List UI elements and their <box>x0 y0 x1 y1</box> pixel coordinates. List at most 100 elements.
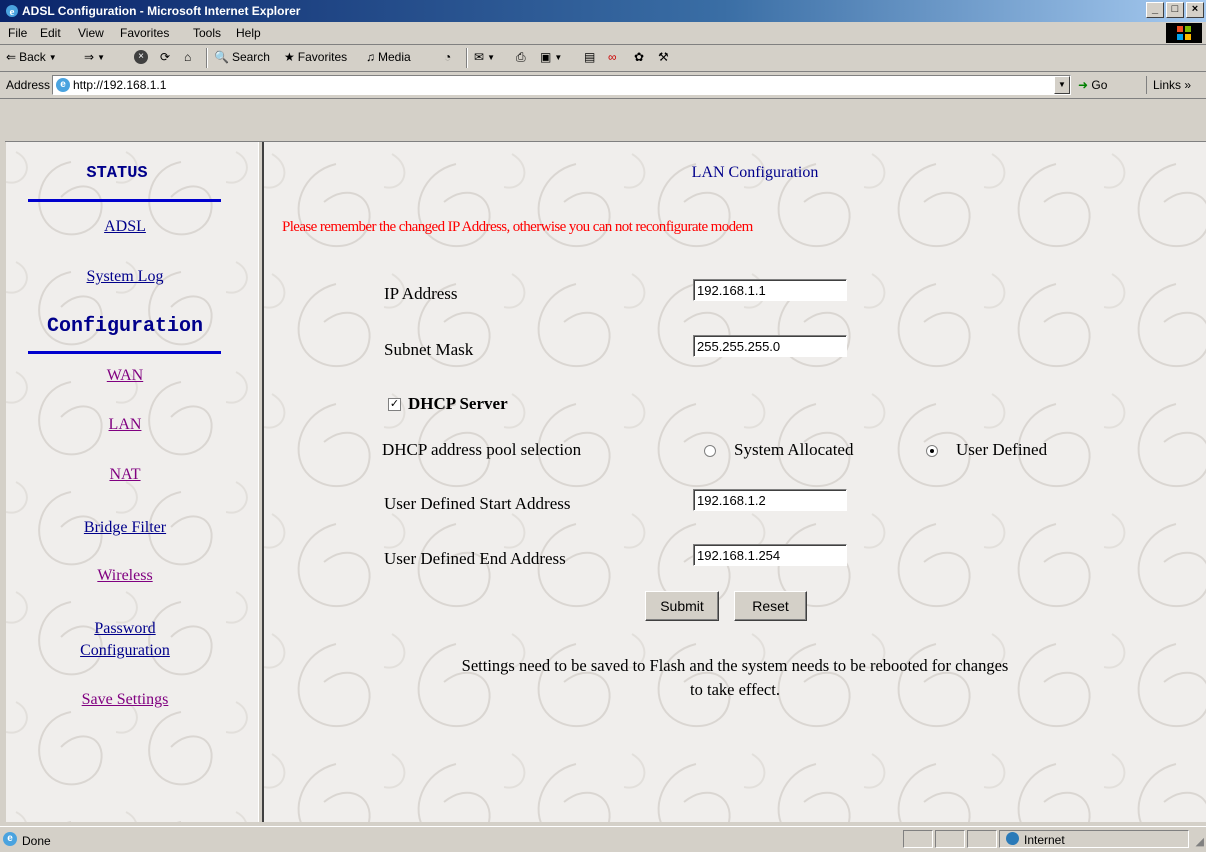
address-input[interactable]: e http://192.168.1.1 ▼ <box>52 75 1071 95</box>
chevron-down-icon: ▼ <box>48 52 57 62</box>
history-button[interactable]: ◔ <box>444 50 451 64</box>
menu-tools[interactable]: Tools <box>193 26 221 40</box>
pool-user-defined-label: User Defined <box>956 440 1048 459</box>
start-address-input[interactable]: 192.168.1.2 <box>693 489 847 511</box>
home-icon: ⌂ <box>184 50 192 64</box>
go-button[interactable]: ➜ Go <box>1078 78 1107 92</box>
chevron-down-icon: ▼ <box>97 52 105 62</box>
search-button[interactable]: 🔍 Search <box>214 50 270 64</box>
address-url: http://192.168.1.1 <box>73 78 167 92</box>
swirl-background <box>264 142 1206 822</box>
menu-favorites[interactable]: Favorites <box>120 26 169 40</box>
refresh-icon: ⟳ <box>160 50 171 64</box>
status-bar: e Done Internet ◢ <box>0 826 1206 852</box>
menu-bar: File Edit View Favorites Tools Help <box>0 22 1206 45</box>
nav-link-bridge-filter[interactable]: Bridge Filter <box>6 519 244 537</box>
pool-system-allocated-label: System Allocated <box>734 440 854 459</box>
address-dropdown-button[interactable]: ▼ <box>1054 76 1070 94</box>
svg-text:e: e <box>10 6 15 18</box>
menu-file[interactable]: File <box>8 26 27 40</box>
start-address-label: User Defined Start Address <box>384 494 571 513</box>
menu-view[interactable]: View <box>78 26 104 40</box>
globe-icon <box>1006 832 1019 845</box>
refresh-button[interactable]: ⟳ <box>160 50 170 64</box>
chevron-down-icon: ▼ <box>554 52 563 62</box>
title-bar: e ADSL Configuration - Microsoft Interne… <box>0 0 1206 22</box>
navigation-frame: STATUS ADSL System Log Configuration WAN… <box>6 142 258 822</box>
forward-arrow-icon: ⇒ <box>84 50 95 64</box>
maximize-button[interactable]: □ <box>1166 2 1184 18</box>
nav-link-nat[interactable]: NAT <box>6 466 244 484</box>
zone-cell: Internet <box>999 830 1189 848</box>
back-arrow-icon: ⇐ <box>6 50 17 64</box>
research-button[interactable]: ✿ <box>634 50 644 64</box>
toolbar-separator <box>466 48 468 68</box>
resize-grip-icon[interactable]: ◢ <box>1196 835 1204 848</box>
reset-button[interactable]: Reset <box>734 591 807 621</box>
research-icon: ✿ <box>634 50 645 64</box>
messenger-icon: ∞ <box>608 50 617 64</box>
print-button[interactable]: ⎙ <box>516 50 526 65</box>
discuss-button[interactable]: ▤ <box>584 50 595 64</box>
chevron-right-icon: » <box>1184 78 1192 92</box>
end-address-label: User Defined End Address <box>384 549 566 568</box>
nav-link-wireless[interactable]: Wireless <box>6 567 244 585</box>
media-icon: ♫ <box>366 50 375 64</box>
chevron-down-icon: ▼ <box>1058 80 1066 89</box>
menu-edit[interactable]: Edit <box>40 26 61 40</box>
page-title: LAN Configuration <box>691 164 819 181</box>
mail-button[interactable]: ✉ ▼ <box>474 50 495 64</box>
back-button[interactable]: ⇐ Back ▼ <box>6 50 57 64</box>
search-icon: 🔍 <box>214 50 229 64</box>
subnet-mask-input[interactable]: 255.255.255.0 <box>693 335 847 357</box>
pool-selection-label: DHCP address pool selection <box>382 440 582 459</box>
close-button[interactable]: × <box>1186 2 1204 18</box>
dhcp-server-checkbox[interactable]: ✓ <box>388 398 401 411</box>
page-icon: e <box>56 78 70 92</box>
edit-button[interactable]: ▣ ▼ <box>540 50 562 64</box>
links-button[interactable]: Links » <box>1146 76 1191 94</box>
edit-icon: ▣ <box>540 50 552 64</box>
address-bar: Address e http://192.168.1.1 ▼ ➜ Go Link… <box>0 72 1206 99</box>
nav-link-password-configuration[interactable]: Password Configuration <box>6 618 244 662</box>
nav-link-system-log[interactable]: System Log <box>6 268 244 286</box>
configuration-heading: Configuration <box>46 315 204 338</box>
nav-link-lan[interactable]: LAN <box>6 416 244 434</box>
configuration-divider <box>28 351 221 354</box>
tools-icon: ⚒ <box>658 50 669 64</box>
messenger-button[interactable]: ∞ <box>608 50 617 64</box>
pool-user-defined-radio[interactable] <box>926 445 938 457</box>
forward-button[interactable]: ⇒ ▼ <box>84 50 105 64</box>
dhcp-server-label: DHCP Server <box>408 394 508 413</box>
windows-logo-icon <box>1166 23 1202 43</box>
media-button[interactable]: ♫ Media <box>366 50 411 64</box>
submit-button[interactable]: Submit <box>645 591 719 621</box>
tools-button[interactable]: ⚒ <box>658 50 669 64</box>
ip-address-input[interactable]: 192.168.1.1 <box>693 279 847 301</box>
minimize-button[interactable]: _ <box>1146 2 1164 18</box>
pool-system-allocated-radio[interactable] <box>704 445 716 457</box>
ip-address-label: IP Address <box>384 284 458 303</box>
window-title: ADSL Configuration - Microsoft Internet … <box>22 4 301 18</box>
save-flash-notice: Settings need to be saved to Flash and t… <box>461 656 1009 699</box>
subnet-mask-label: Subnet Mask <box>384 340 474 359</box>
nav-link-wan[interactable]: WAN <box>6 367 244 385</box>
go-arrow-icon: ➜ <box>1078 78 1089 92</box>
status-heading: STATUS <box>86 164 148 183</box>
status-cell <box>967 830 997 848</box>
ip-change-warning: Please remember the changed IP Address, … <box>282 219 753 235</box>
stop-button[interactable]: × <box>134 50 148 64</box>
address-label: Address <box>6 78 51 92</box>
end-address-input[interactable]: 192.168.1.254 <box>693 544 847 566</box>
status-divider <box>28 199 221 202</box>
ie-logo-icon: e <box>6 5 18 18</box>
mail-icon: ✉ <box>474 50 485 64</box>
status-cell <box>935 830 965 848</box>
home-button[interactable]: ⌂ <box>184 50 191 64</box>
nav-link-save-settings[interactable]: Save Settings <box>6 691 244 709</box>
menu-help[interactable]: Help <box>236 26 261 40</box>
favorites-icon: ★ <box>284 50 295 64</box>
content-frame: LAN Configuration Please remember the ch… <box>264 142 1206 822</box>
favorites-button[interactable]: ★ Favorites <box>284 50 347 64</box>
nav-link-adsl[interactable]: ADSL <box>6 218 244 236</box>
